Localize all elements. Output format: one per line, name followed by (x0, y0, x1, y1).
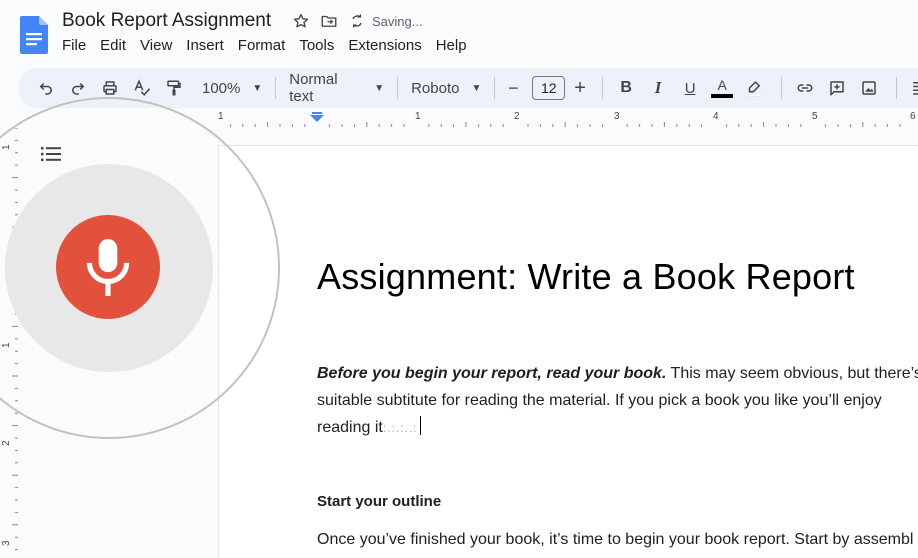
menu-bar: File Edit View Insert Format Tools Exten… (62, 37, 481, 54)
font-size-input[interactable]: 12 (532, 76, 566, 100)
menu-help[interactable]: Help (436, 37, 474, 54)
text-color-swatch (711, 94, 734, 98)
toolbar-divider (275, 77, 277, 99)
ruler-label: 3 (614, 111, 620, 122)
paragraph-2: Once you’ve finished your book, it’s tim… (317, 531, 914, 548)
first-line-indent-marker[interactable] (312, 112, 322, 114)
redo-icon (72, 82, 85, 95)
ruler-label: 2 (514, 111, 520, 122)
print-icon (103, 81, 117, 95)
star-icon[interactable] (292, 12, 310, 30)
lead-sentence: Before you begin your report, read your … (317, 365, 667, 382)
document-title[interactable]: Book Report Assignment (62, 10, 271, 32)
google-docs-window: Book Report Assignment Saving... File Ed… (0, 0, 918, 558)
spellcheck-icon (134, 79, 151, 96)
section-subheading: Start your outline (317, 493, 442, 510)
ruler-label: 4 (713, 111, 719, 122)
menu-insert[interactable]: Insert (186, 37, 231, 54)
chevron-down-icon: ▼ (374, 82, 385, 94)
ruler-label: 1 (218, 111, 224, 122)
chevron-down-icon: ▼ (252, 82, 263, 94)
menu-format[interactable]: Format (238, 37, 293, 54)
ruler-label: 6 (910, 111, 916, 122)
paragraph-text: This may seem obvious, but there’s n (666, 365, 918, 382)
dictation-indicator: :.:.:..: (382, 421, 418, 435)
align-left-icon (913, 82, 918, 95)
toolbar-divider (781, 77, 783, 99)
font-value: Roboto (411, 79, 460, 97)
add-comment-button[interactable] (823, 74, 851, 102)
insert-image-icon (862, 81, 876, 95)
align-left-button[interactable] (906, 74, 918, 102)
bold-button[interactable]: B (612, 74, 640, 102)
highlight-color-button[interactable] (740, 74, 768, 102)
voice-typing-mic-button[interactable] (56, 215, 160, 319)
undo-icon (39, 82, 52, 95)
insert-image-button[interactable] (855, 74, 883, 102)
save-status: Saving... (372, 13, 423, 29)
toolbar-divider (397, 77, 399, 99)
add-comment-icon (830, 81, 844, 96)
paragraph-line: reading it:.:.:..: (317, 414, 918, 442)
toolbar-divider (602, 77, 604, 99)
zoom-dropdown[interactable]: 100% ▼ (198, 80, 266, 97)
text-cursor (419, 416, 421, 435)
highlighter-icon (747, 81, 762, 97)
chevron-down-icon: ▼ (471, 82, 482, 94)
microphone-icon (86, 239, 130, 296)
decrease-font-size-button[interactable]: − (504, 74, 522, 102)
document-heading: Assignment: Write a Book Report (317, 256, 855, 297)
move-folder-icon[interactable] (320, 12, 338, 30)
title-actions: Saving... (292, 12, 423, 30)
docs-logo-icon[interactable] (20, 16, 48, 54)
menu-extensions[interactable]: Extensions (348, 37, 428, 54)
ruler-label: 3 (1, 540, 12, 546)
paragraph-line: Before you begin your report, read your … (317, 360, 918, 387)
italic-button[interactable]: I (644, 74, 672, 102)
left-indent-marker[interactable] (310, 115, 324, 122)
paint-format-button[interactable] (160, 74, 188, 102)
style-dropdown[interactable]: Normal text ▼ (285, 71, 388, 105)
paragraph-line: suitable subtitute for reading the mater… (317, 392, 882, 409)
menu-file[interactable]: File (62, 37, 93, 54)
zoom-value: 100% (202, 79, 241, 97)
ruler-label: 5 (812, 111, 818, 122)
increase-font-size-button[interactable]: + (571, 74, 589, 102)
toolbar-divider (896, 77, 898, 99)
menu-view[interactable]: View (140, 37, 179, 54)
link-icon (797, 84, 813, 92)
ruler-label: 2 (1, 440, 12, 446)
ruler-label: 1 (415, 111, 421, 122)
undo-button[interactable] (32, 74, 60, 102)
menu-edit[interactable]: Edit (100, 37, 133, 54)
menu-tools[interactable]: Tools (299, 37, 341, 54)
horizontal-ruler[interactable]: 1 1 2 3 4 5 6 (218, 110, 918, 127)
style-value: Normal text (289, 71, 338, 105)
underline-button[interactable]: U (676, 74, 704, 102)
paragraph-1: Before you begin your report, read your … (317, 360, 918, 442)
text-color-button[interactable]: A (708, 74, 736, 102)
insert-link-button[interactable] (791, 74, 819, 102)
paragraph-text: reading it (317, 419, 383, 436)
text-color-glyph: A (717, 77, 727, 93)
toolbar-divider (494, 77, 496, 99)
paint-format-icon (167, 80, 181, 96)
sync-icon (348, 12, 366, 30)
font-dropdown[interactable]: Roboto ▼ (407, 80, 485, 97)
